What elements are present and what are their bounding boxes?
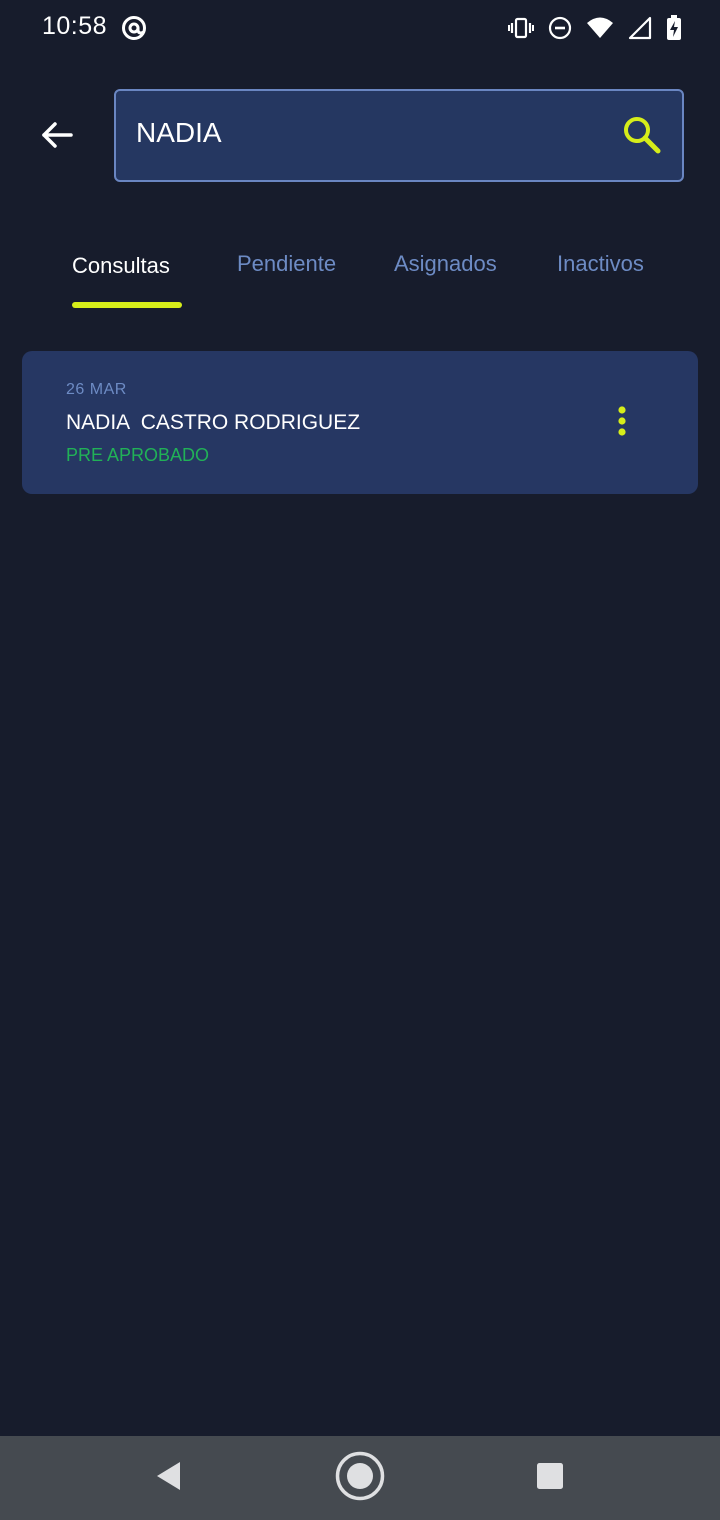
active-tab-indicator bbox=[72, 302, 182, 308]
tab-label: Consultas bbox=[72, 253, 170, 278]
back-button[interactable] bbox=[32, 112, 82, 162]
status-icons bbox=[508, 14, 682, 42]
tab-pendiente[interactable]: Pendiente bbox=[237, 240, 347, 310]
tab-bar: Consultas Pendiente Asignados Inactivos bbox=[0, 240, 720, 310]
tab-inactivos[interactable]: Inactivos bbox=[557, 240, 667, 310]
status-time: 10:58 bbox=[42, 12, 108, 40]
tab-label: Pendiente bbox=[237, 251, 337, 276]
search-button[interactable] bbox=[620, 113, 664, 157]
tab-label: Asignados bbox=[394, 251, 497, 276]
result-date: 26 MAR bbox=[66, 381, 127, 398]
tab-consultas[interactable]: Consultas bbox=[72, 240, 182, 310]
wifi-icon bbox=[586, 16, 614, 40]
status-bar: 10:58 bbox=[0, 0, 720, 56]
battery-charging-icon bbox=[666, 15, 682, 41]
vibrate-icon bbox=[508, 16, 534, 40]
back-triangle-icon bbox=[153, 1460, 183, 1497]
tab-label: Inactivos bbox=[557, 251, 644, 276]
home-circle-icon bbox=[334, 1450, 386, 1507]
tab-asignados[interactable]: Asignados bbox=[394, 240, 514, 310]
arrow-left-icon bbox=[41, 121, 73, 154]
search-box bbox=[114, 89, 684, 182]
search-icon bbox=[620, 117, 664, 161]
search-input[interactable] bbox=[136, 111, 596, 155]
result-name: NADIA CASTRO RODRIGUEZ bbox=[66, 411, 361, 434]
result-status: PRE APROBADO bbox=[66, 445, 210, 465]
result-card[interactable]: 26 MAR NADIA CASTRO RODRIGUEZ PRE APROBA… bbox=[22, 351, 698, 494]
system-nav-bar bbox=[0, 1436, 720, 1520]
nav-home-button[interactable] bbox=[332, 1450, 388, 1507]
nav-back-button[interactable] bbox=[140, 1452, 196, 1504]
more-vertical-icon bbox=[616, 405, 628, 442]
do-not-disturb-icon bbox=[548, 16, 572, 40]
recents-square-icon bbox=[536, 1462, 564, 1495]
at-sign-icon bbox=[120, 14, 148, 42]
result-menu-button[interactable] bbox=[604, 401, 640, 445]
nav-recents-button[interactable] bbox=[522, 1452, 578, 1504]
signal-icon bbox=[628, 16, 652, 40]
